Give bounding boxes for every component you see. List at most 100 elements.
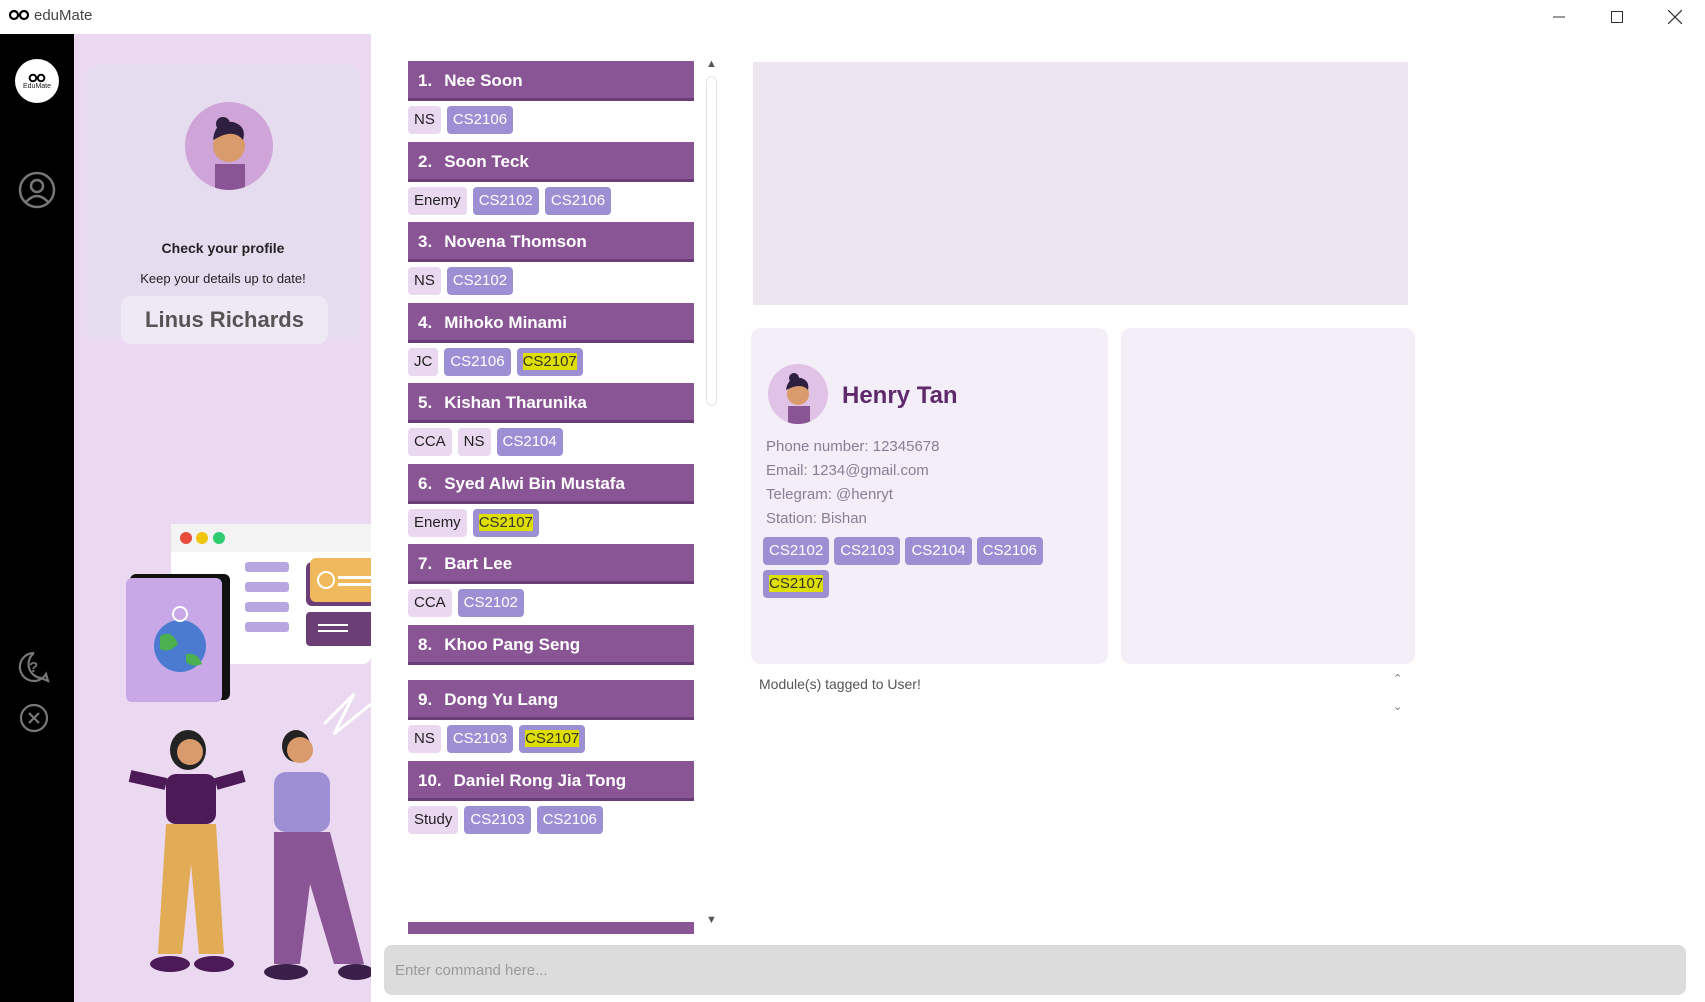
module-tag: CS2102: [457, 589, 524, 617]
module-tag: CS2102: [446, 267, 514, 295]
list-item[interactable]: 9. Dong Yu Lang NS CS2103 CS2107: [408, 680, 694, 753]
person-header[interactable]: 4. Mihoko Minami: [408, 303, 694, 343]
list-item[interactable]: 3. Novena Thomson NS CS2102: [408, 222, 694, 295]
scroll-down-icon[interactable]: ▼: [706, 914, 717, 926]
list-item-partial: [408, 922, 694, 934]
person-name: Daniel Rong Jia Tong: [453, 771, 627, 790]
home-logo-button[interactable]: EduMate: [15, 59, 59, 103]
scroll-up-icon[interactable]: ▲: [706, 58, 717, 70]
person-header[interactable]: 5. Kishan Tharunika: [408, 383, 694, 423]
person-index: 10.: [418, 771, 442, 790]
highlighted-module-text: CS2107: [525, 730, 580, 747]
person-tags: Study CS2103 CS2106: [408, 806, 694, 834]
person-tags: CCA CS2102: [408, 589, 694, 617]
maximize-button[interactable]: [1588, 0, 1646, 34]
nav-sidebar: EduMate ?: [0, 34, 74, 1002]
module-tag: CS2107: [472, 509, 539, 537]
chevron-up-icon[interactable]: ⌃: [1393, 672, 1402, 685]
list-item[interactable]: 8. Khoo Pang Seng: [408, 625, 694, 665]
person-header[interactable]: 2. Soon Teck: [408, 142, 694, 182]
chevron-down-icon[interactable]: ⌄: [1393, 700, 1402, 713]
modules-label: Module(s) tagged to User!: [759, 676, 921, 692]
group-tag: CCA: [408, 428, 452, 456]
profile-heading: Check your profile: [161, 240, 285, 256]
maximize-icon: [1611, 11, 1623, 23]
group-tag: Enemy: [408, 187, 467, 215]
module-tag: CS2106: [544, 187, 612, 215]
logo-text: EduMate: [22, 82, 52, 90]
contact-email: Email: 1234@gmail.com: [766, 462, 929, 479]
module-tag: CS2107: [516, 348, 583, 376]
svg-text:?: ?: [29, 659, 38, 676]
person-header[interactable]: 1. Nee Soon: [408, 61, 694, 101]
person-index: 3.: [418, 232, 433, 251]
glasses-icon: [28, 73, 46, 82]
group-tag: NS: [457, 428, 491, 456]
module-tag: CS2103: [834, 537, 901, 565]
profile-icon[interactable]: [17, 170, 57, 210]
group-tag: NS: [408, 725, 441, 753]
module-tag: CS2104: [905, 537, 972, 565]
side-card: [1121, 328, 1415, 664]
help-icon[interactable]: ?: [17, 650, 51, 684]
module-tag: CS2107: [763, 570, 830, 598]
person-name: Syed Alwi Bin Mustafa: [444, 474, 625, 493]
command-input[interactable]: [384, 945, 1686, 995]
module-tag: CS2106: [444, 348, 511, 376]
group-tag: NS: [408, 106, 441, 134]
person-name: Novena Thomson: [444, 232, 587, 251]
person-header[interactable]: 7. Bart Lee: [408, 544, 694, 584]
person-header[interactable]: 10. Daniel Rong Jia Tong: [408, 761, 694, 801]
minimize-button[interactable]: [1530, 0, 1588, 34]
person-header[interactable]: 9. Dong Yu Lang: [408, 680, 694, 720]
person-tags: NS CS2102: [408, 267, 694, 295]
person-header[interactable]: 8. Khoo Pang Seng: [408, 625, 694, 665]
contact-phone: Phone number: 12345678: [766, 438, 940, 455]
exit-icon[interactable]: [18, 702, 50, 734]
list-item[interactable]: 6. Syed Alwi Bin Mustafa Enemy CS2107: [408, 464, 694, 537]
person-index: 1.: [418, 71, 433, 90]
list-item[interactable]: 4. Mihoko Minami JC CS2106 CS2107: [408, 303, 694, 376]
group-tag: Enemy: [408, 509, 467, 537]
person-tags: Enemy CS2102 CS2106: [408, 187, 694, 215]
person-header[interactable]: 6. Syed Alwi Bin Mustafa: [408, 464, 694, 504]
title-bar: eduMate: [0, 0, 1705, 34]
contact-name: Henry Tan: [842, 382, 958, 409]
profile-card[interactable]: Check your profile Keep your details up …: [86, 65, 360, 344]
minimize-icon: [1553, 16, 1565, 18]
list-item[interactable]: 1. Nee Soon NS CS2106: [408, 61, 694, 134]
banner-area: [753, 62, 1408, 305]
person-header[interactable]: 3. Novena Thomson: [408, 222, 694, 262]
person-name: Khoo Pang Seng: [444, 635, 581, 654]
person-tags: JC CS2106 CS2107: [408, 348, 694, 376]
window-title: eduMate: [34, 7, 93, 24]
module-tag: CS2104: [496, 428, 563, 456]
person-tags: NS CS2106: [408, 106, 694, 134]
person-index: 6.: [418, 474, 433, 493]
highlighted-module-text: CS2107: [478, 514, 533, 531]
person-name: Bart Lee: [444, 554, 513, 573]
list-item[interactable]: 2. Soon Teck Enemy CS2102 CS2106: [408, 142, 694, 215]
list-item[interactable]: 7. Bart Lee CCA CS2102: [408, 544, 694, 617]
detail-panel: Henry Tan Phone number: 12345678 Email: …: [738, 46, 1426, 934]
module-tag: CS2106: [446, 106, 514, 134]
profile-panel: Check your profile Keep your details up …: [74, 34, 371, 1002]
highlighted-module-text: CS2107: [522, 353, 577, 370]
close-icon: [1668, 10, 1682, 24]
contact-avatar-illustration: [786, 373, 810, 424]
app-logo-icon: [8, 9, 30, 21]
module-tag: CS2102: [472, 187, 539, 215]
person-index: 4.: [418, 313, 433, 332]
person-tags: CCA NS CS2104: [408, 428, 694, 456]
contact-card: Henry Tan Phone number: 12345678 Email: …: [751, 328, 1108, 664]
module-tag: CS2106: [976, 537, 1043, 565]
contact-module-tags: CS2102 CS2103 CS2104 CS2106 CS2107: [763, 537, 1083, 598]
module-tag: CS2102: [763, 537, 830, 565]
person-list-panel: ▲ ▼ 1. Nee Soon NS CS2106 2. Soon Teck Enemy CS…: [384, 46, 727, 934]
highlighted-module-text: CS2107: [769, 575, 824, 592]
list-scrollbar[interactable]: [706, 76, 717, 406]
close-window-button[interactable]: [1646, 0, 1704, 34]
list-item[interactable]: 10. Daniel Rong Jia Tong Study CS2103 CS2106: [408, 761, 694, 834]
contact-telegram: Telegram: @henryt: [766, 486, 893, 503]
list-item[interactable]: 5. Kishan Tharunika CCA NS CS2104: [408, 383, 694, 456]
